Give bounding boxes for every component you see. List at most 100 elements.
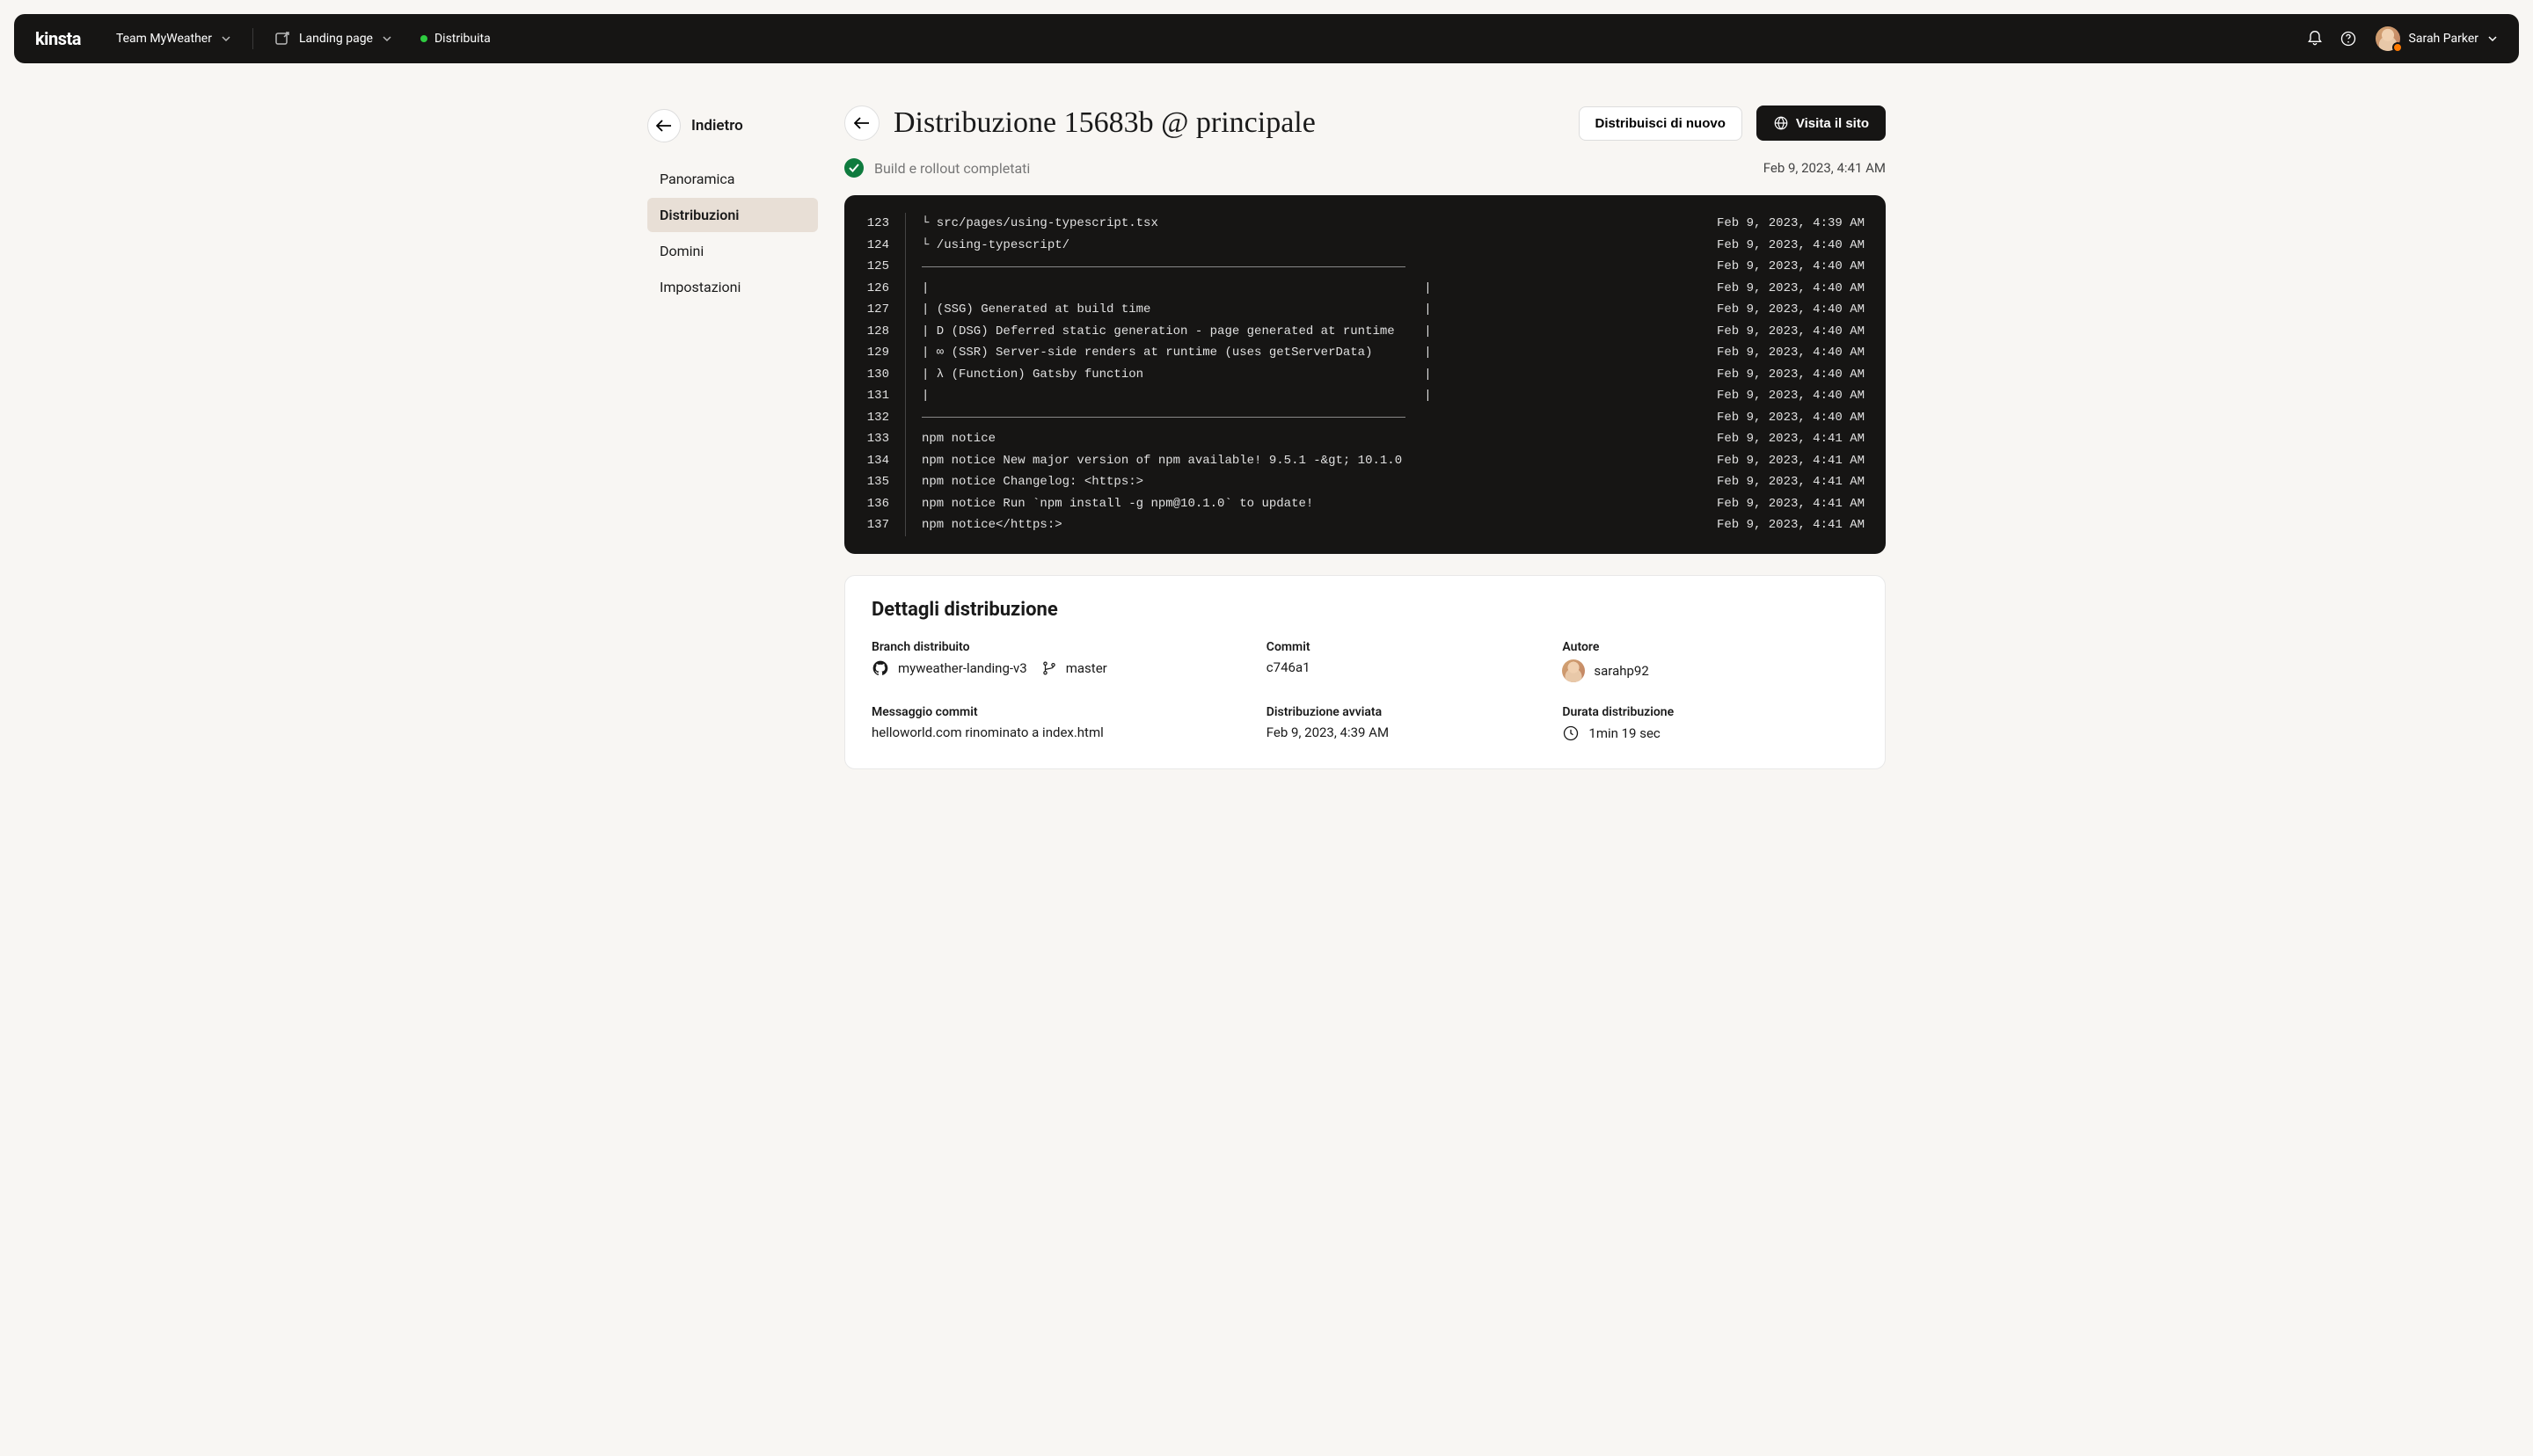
- deploy-status: Distribuita: [420, 32, 491, 46]
- visit-site-button[interactable]: Visita il sito: [1756, 106, 1886, 141]
- log-timestamp: Feb 9, 2023, 4:40 AM: [1699, 407, 1865, 429]
- status-label: Distribuita: [434, 32, 491, 46]
- page-title: Distribuzione 15683b @ principale: [894, 106, 1565, 140]
- team-selector[interactable]: Team MyWeather: [106, 25, 242, 53]
- site-selector[interactable]: Landing page: [264, 24, 403, 54]
- chevron-down-icon: [2487, 33, 2498, 44]
- log-row: 129| ∞ (SSR) Server-side renders at runt…: [865, 342, 1865, 364]
- log-timestamp: Feb 9, 2023, 4:40 AM: [1699, 256, 1865, 278]
- author-label: Autore: [1562, 640, 1858, 654]
- sidebar: Indietro PanoramicaDistribuzioniDominiIm…: [647, 77, 818, 769]
- details-card: Dettagli distribuzione Branch distribuit…: [844, 575, 1886, 769]
- log-row: 133npm noticeFeb 9, 2023, 4:41 AM: [865, 428, 1865, 450]
- redeploy-button[interactable]: Distribuisci di nuovo: [1579, 106, 1742, 141]
- log-row: 125 Feb 9, 2023, 4:40 AM: [865, 256, 1865, 278]
- line-number: 132: [865, 407, 906, 429]
- log-timestamp: Feb 9, 2023, 4:39 AM: [1699, 213, 1865, 235]
- back-label: Indietro: [691, 117, 743, 135]
- avatar-badge-icon: [2392, 42, 2403, 53]
- log-text: npm notice: [906, 428, 1699, 450]
- log-text: └ /using-typescript/: [906, 235, 1699, 257]
- repo-name: myweather-landing-v3: [898, 660, 1027, 676]
- build-status-date: Feb 9, 2023, 4:41 AM: [1763, 160, 1886, 176]
- started-label: Distribuzione avviata: [1266, 705, 1563, 719]
- log-row: 135npm notice Changelog: <https:>Feb 9, …: [865, 471, 1865, 493]
- sidebar-item[interactable]: Domini: [647, 234, 818, 268]
- sidebar-item[interactable]: Distribuzioni: [647, 198, 818, 232]
- line-number: 127: [865, 299, 906, 321]
- line-number: 129: [865, 342, 906, 364]
- commit-label: Commit: [1266, 640, 1563, 654]
- bell-icon: [2306, 30, 2324, 47]
- site-name: Landing page: [299, 32, 373, 46]
- log-row: 131| |Feb 9, 2023, 4:40 AM: [865, 385, 1865, 407]
- commit-msg-label: Messaggio commit: [872, 705, 1266, 719]
- branch-label: Branch distribuito: [872, 640, 1266, 654]
- log-text: | λ (Function) Gatsby function |: [906, 364, 1699, 386]
- line-number: 124: [865, 235, 906, 257]
- site-icon: [274, 31, 290, 47]
- build-log[interactable]: 123└ src/pages/using-typescript.tsxFeb 9…: [844, 195, 1886, 554]
- brand-logo[interactable]: kinsta: [35, 28, 81, 49]
- user-name: Sarah Parker: [2409, 32, 2478, 46]
- log-text: [906, 266, 1699, 267]
- branch-name: master: [1066, 660, 1107, 676]
- branch-icon: [1041, 660, 1057, 676]
- log-timestamp: Feb 9, 2023, 4:40 AM: [1699, 342, 1865, 364]
- commit-hash: c746a1: [1266, 659, 1563, 675]
- log-text: | ∞ (SSR) Server-side renders at runtime…: [906, 342, 1699, 364]
- main-content: Distribuzione 15683b @ principale Distri…: [844, 77, 1886, 769]
- commit-msg: helloworld.com rinominato a index.html: [872, 724, 1266, 740]
- log-text: | |: [906, 278, 1699, 300]
- sidebar-item[interactable]: Impostazioni: [647, 270, 818, 304]
- divider: [252, 28, 253, 49]
- nav-list: PanoramicaDistribuzioniDominiImpostazion…: [647, 162, 818, 304]
- started-value: Feb 9, 2023, 4:39 AM: [1266, 724, 1563, 740]
- log-text: └ src/pages/using-typescript.tsx: [906, 213, 1699, 235]
- check-circle-icon: [844, 158, 864, 178]
- line-number: 136: [865, 493, 906, 515]
- status-dot-icon: [420, 35, 427, 42]
- github-icon: [872, 659, 889, 677]
- chevron-down-icon: [382, 33, 392, 44]
- log-row: 126| |Feb 9, 2023, 4:40 AM: [865, 278, 1865, 300]
- help-button[interactable]: [2332, 22, 2365, 55]
- avatar: [1562, 659, 1585, 682]
- log-row: 130| λ (Function) Gatsby function |Feb 9…: [865, 364, 1865, 386]
- notifications-button[interactable]: [2298, 22, 2332, 55]
- log-row: 127| (SSG) Generated at build time |Feb …: [865, 299, 1865, 321]
- line-number: 123: [865, 213, 906, 235]
- log-text: npm notice New major version of npm avai…: [906, 450, 1699, 472]
- duration-label: Durata distribuzione: [1562, 705, 1858, 719]
- duration-value: 1min 19 sec: [1588, 725, 1660, 741]
- log-text: npm notice</https:>: [906, 514, 1699, 536]
- log-text: [906, 417, 1699, 418]
- log-timestamp: Feb 9, 2023, 4:40 AM: [1699, 385, 1865, 407]
- log-row: 134npm notice New major version of npm a…: [865, 450, 1865, 472]
- log-timestamp: Feb 9, 2023, 4:40 AM: [1699, 321, 1865, 343]
- log-timestamp: Feb 9, 2023, 4:41 AM: [1699, 471, 1865, 493]
- log-row: 123└ src/pages/using-typescript.tsxFeb 9…: [865, 213, 1865, 235]
- line-number: 125: [865, 256, 906, 278]
- log-text: | D (DSG) Deferred static generation - p…: [906, 321, 1699, 343]
- arrow-left-icon: [647, 109, 681, 142]
- user-menu[interactable]: Sarah Parker: [2376, 26, 2498, 51]
- page-back-button[interactable]: [844, 106, 880, 141]
- topbar: kinsta Team MyWeather Landing page Distr…: [14, 14, 2519, 63]
- status-row: Build e rollout completati Feb 9, 2023, …: [844, 158, 1886, 178]
- build-status-text: Build e rollout completati: [874, 160, 1753, 177]
- line-number: 131: [865, 385, 906, 407]
- log-row: 124└ /using-typescript/Feb 9, 2023, 4:40…: [865, 235, 1865, 257]
- log-text: npm notice Run `npm install -g npm@10.1.…: [906, 493, 1699, 515]
- log-timestamp: Feb 9, 2023, 4:41 AM: [1699, 450, 1865, 472]
- line-number: 126: [865, 278, 906, 300]
- log-text: | |: [906, 385, 1699, 407]
- back-link[interactable]: Indietro: [647, 109, 818, 142]
- chevron-down-icon: [221, 33, 231, 44]
- clock-icon: [1562, 724, 1580, 742]
- log-row: 136npm notice Run `npm install -g npm@10…: [865, 493, 1865, 515]
- sidebar-item[interactable]: Panoramica: [647, 162, 818, 196]
- log-timestamp: Feb 9, 2023, 4:41 AM: [1699, 428, 1865, 450]
- divider: [922, 417, 1405, 418]
- author-name: sarahp92: [1594, 663, 1648, 679]
